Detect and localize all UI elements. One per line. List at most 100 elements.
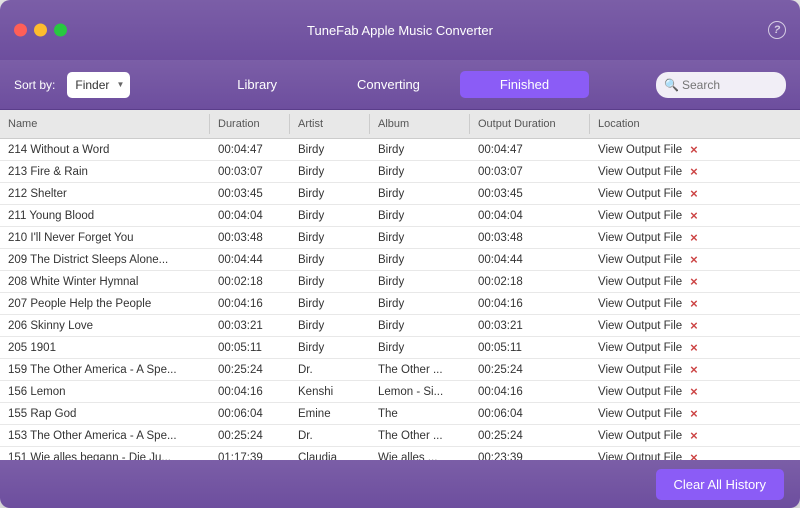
- cell-location: View Output File ×: [590, 425, 800, 446]
- view-output-link[interactable]: View Output File: [598, 386, 682, 398]
- cell-duration: 00:04:47: [210, 141, 290, 159]
- cell-name: 208 White Winter Hymnal: [0, 273, 210, 291]
- cell-name: 156 Lemon: [0, 383, 210, 401]
- table-row: 151 Wie alles begann - Die Ju...01:17:39…: [0, 447, 800, 460]
- view-output-link[interactable]: View Output File: [598, 452, 682, 461]
- view-output-link[interactable]: View Output File: [598, 430, 682, 442]
- view-output-link[interactable]: View Output File: [598, 320, 682, 332]
- maximize-button[interactable]: [54, 24, 67, 37]
- delete-row-button[interactable]: ×: [686, 428, 702, 443]
- cell-album: Birdy: [370, 185, 470, 203]
- cell-output-duration: 00:25:24: [470, 361, 590, 379]
- cell-artist: Birdy: [290, 163, 370, 181]
- delete-row-button[interactable]: ×: [686, 450, 702, 460]
- delete-row-button[interactable]: ×: [686, 208, 702, 223]
- search-icon: 🔍: [664, 78, 679, 92]
- tab-library[interactable]: Library: [197, 71, 317, 98]
- cell-duration: 00:04:44: [210, 251, 290, 269]
- cell-name: 155 Rap God: [0, 405, 210, 423]
- cell-output-duration: 00:03:48: [470, 229, 590, 247]
- delete-row-button[interactable]: ×: [686, 406, 702, 421]
- cell-artist: Birdy: [290, 317, 370, 335]
- view-output-link[interactable]: View Output File: [598, 342, 682, 354]
- view-output-link[interactable]: View Output File: [598, 188, 682, 200]
- cell-album: Birdy: [370, 141, 470, 159]
- cell-artist: Birdy: [290, 185, 370, 203]
- cell-location: View Output File ×: [590, 183, 800, 204]
- cell-artist: Birdy: [290, 251, 370, 269]
- cell-output-duration: 00:04:47: [470, 141, 590, 159]
- cell-duration: 00:03:07: [210, 163, 290, 181]
- cell-location: View Output File ×: [590, 359, 800, 380]
- cell-album: Birdy: [370, 339, 470, 357]
- footer: Clear All History: [0, 460, 800, 508]
- search-wrapper: 🔍: [656, 72, 786, 98]
- cell-output-duration: 00:25:24: [470, 427, 590, 445]
- view-output-link[interactable]: View Output File: [598, 408, 682, 420]
- cell-output-duration: 00:06:04: [470, 405, 590, 423]
- main-window: TuneFab Apple Music Converter ? Sort by:…: [0, 0, 800, 508]
- cell-location: View Output File ×: [590, 403, 800, 424]
- sort-label: Sort by:: [14, 78, 55, 92]
- cell-location: View Output File ×: [590, 227, 800, 248]
- view-output-link[interactable]: View Output File: [598, 364, 682, 376]
- delete-row-button[interactable]: ×: [686, 318, 702, 333]
- cell-album: The: [370, 405, 470, 423]
- tab-finished[interactable]: Finished: [460, 71, 589, 98]
- cell-name: 151 Wie alles begann - Die Ju...: [0, 449, 210, 461]
- traffic-lights: [14, 24, 67, 37]
- tab-converting[interactable]: Converting: [317, 71, 460, 98]
- table-row: 213 Fire & Rain00:03:07BirdyBirdy00:03:0…: [0, 161, 800, 183]
- cell-duration: 00:04:16: [210, 295, 290, 313]
- table-row: 155 Rap God00:06:04EmineThe00:06:04View …: [0, 403, 800, 425]
- cell-name: 207 People Help the People: [0, 295, 210, 313]
- delete-row-button[interactable]: ×: [686, 362, 702, 377]
- clear-history-button[interactable]: Clear All History: [656, 469, 784, 500]
- view-output-link[interactable]: View Output File: [598, 276, 682, 288]
- cell-duration: 01:17:39: [210, 449, 290, 461]
- cell-output-duration: 00:23:39: [470, 449, 590, 461]
- view-output-link[interactable]: View Output File: [598, 166, 682, 178]
- delete-row-button[interactable]: ×: [686, 274, 702, 289]
- view-output-link[interactable]: View Output File: [598, 232, 682, 244]
- cell-duration: 00:06:04: [210, 405, 290, 423]
- cell-output-duration: 00:03:45: [470, 185, 590, 203]
- table-header: Name Duration Artist Album Output Durati…: [0, 110, 800, 139]
- delete-row-button[interactable]: ×: [686, 164, 702, 179]
- delete-row-button[interactable]: ×: [686, 340, 702, 355]
- delete-row-button[interactable]: ×: [686, 142, 702, 157]
- cell-output-duration: 00:04:16: [470, 383, 590, 401]
- cell-name: 212 Shelter: [0, 185, 210, 203]
- delete-row-button[interactable]: ×: [686, 296, 702, 311]
- view-output-link[interactable]: View Output File: [598, 254, 682, 266]
- cell-album: Birdy: [370, 207, 470, 225]
- cell-location: View Output File ×: [590, 447, 800, 460]
- table-row: 208 White Winter Hymnal00:02:18BirdyBird…: [0, 271, 800, 293]
- toolbar: Sort by: FinderNameDateArtist Library Co…: [0, 60, 800, 110]
- view-output-link[interactable]: View Output File: [598, 298, 682, 310]
- cell-name: 213 Fire & Rain: [0, 163, 210, 181]
- help-button[interactable]: ?: [768, 21, 786, 39]
- header-duration: Duration: [210, 114, 290, 134]
- cell-name: 211 Young Blood: [0, 207, 210, 225]
- sort-wrapper: FinderNameDateArtist: [67, 72, 130, 98]
- cell-name: 214 Without a Word: [0, 141, 210, 159]
- delete-row-button[interactable]: ×: [686, 384, 702, 399]
- table-row: 156 Lemon00:04:16KenshiLemon - Si...00:0…: [0, 381, 800, 403]
- table-container: Name Duration Artist Album Output Durati…: [0, 110, 800, 460]
- table-row: 212 Shelter00:03:45BirdyBirdy00:03:45Vie…: [0, 183, 800, 205]
- delete-row-button[interactable]: ×: [686, 252, 702, 267]
- view-output-link[interactable]: View Output File: [598, 210, 682, 222]
- cell-location: View Output File ×: [590, 381, 800, 402]
- minimize-button[interactable]: [34, 24, 47, 37]
- cell-artist: Claudia: [290, 449, 370, 461]
- close-button[interactable]: [14, 24, 27, 37]
- cell-duration: 00:03:45: [210, 185, 290, 203]
- sort-select[interactable]: FinderNameDateArtist: [67, 72, 130, 98]
- delete-row-button[interactable]: ×: [686, 186, 702, 201]
- cell-name: 153 The Other America - A Spe...: [0, 427, 210, 445]
- cell-album: Lemon - Si...: [370, 383, 470, 401]
- cell-name: 159 The Other America - A Spe...: [0, 361, 210, 379]
- delete-row-button[interactable]: ×: [686, 230, 702, 245]
- view-output-link[interactable]: View Output File: [598, 144, 682, 156]
